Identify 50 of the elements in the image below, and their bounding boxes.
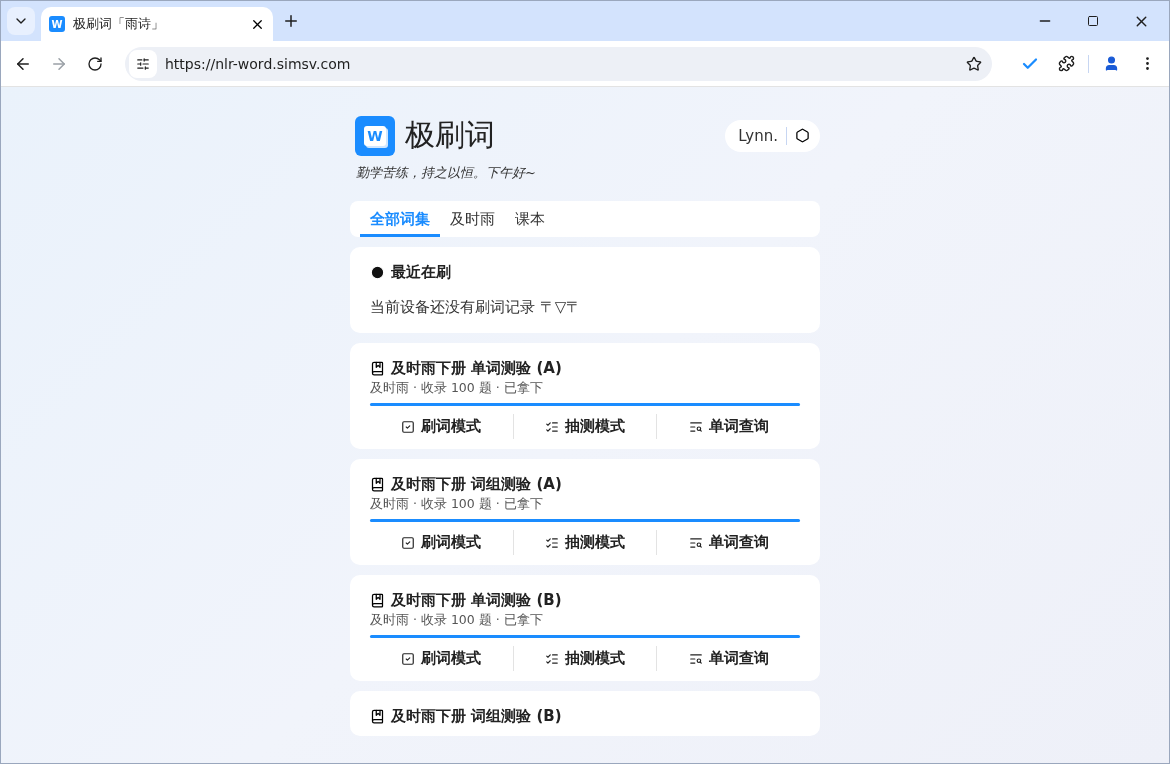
star-icon[interactable] xyxy=(966,55,982,72)
tab[interactable]: 及时雨 xyxy=(440,201,505,237)
app-logo: W xyxy=(355,115,395,156)
card-meta: 及时雨 · 收录 100 题 · 已拿下 xyxy=(370,496,544,513)
tagline: 勤学苦练，持之以恒。下午好~ xyxy=(356,164,537,182)
checkbox-icon xyxy=(401,535,416,550)
mode-button[interactable]: 抽测模式 xyxy=(512,414,657,439)
checklist-icon xyxy=(545,419,559,434)
card-title: 及时雨下册 单词测验 (B) xyxy=(391,591,562,610)
tab[interactable]: 课本 xyxy=(505,201,555,237)
mode-button[interactable]: 刷词模式 xyxy=(370,414,513,439)
checklist-icon xyxy=(545,535,559,550)
book-icon xyxy=(370,477,385,492)
mode-button[interactable]: 刷词模式 xyxy=(370,530,513,555)
card-title: 及时雨下册 词组测验 (A) xyxy=(391,475,562,494)
app-title: 极刷词 xyxy=(405,116,495,154)
maximize-icon[interactable] xyxy=(1087,15,1099,27)
search-icon xyxy=(688,651,703,666)
user-pill[interactable]: Lynn. xyxy=(725,119,820,152)
card-meta: 及时雨 · 收录 100 题 · 已拿下 xyxy=(370,612,544,629)
settings-icon[interactable] xyxy=(795,128,810,143)
mode-button[interactable]: 单词查询 xyxy=(656,414,800,439)
checklist-icon xyxy=(545,651,559,666)
sliders-icon xyxy=(136,56,150,71)
card-title: 最近在刷 xyxy=(391,263,451,282)
mode-button[interactable]: 刷词模式 xyxy=(370,646,513,671)
reload-icon[interactable] xyxy=(87,55,103,72)
card-title: 及时雨下册 词组测验 (B) xyxy=(391,707,562,726)
search-icon xyxy=(688,535,703,550)
puzzle-icon[interactable] xyxy=(1057,55,1075,72)
tab-title: 极刷词「雨诗」 xyxy=(73,15,165,33)
card-meta: 及时雨 · 收录 100 题 · 已拿下 xyxy=(370,380,544,397)
mode-button[interactable]: 单词查询 xyxy=(656,646,800,671)
tab-list-button[interactable] xyxy=(7,7,35,35)
empty-message: 当前设备还没有刷词记录 〒▽〒 xyxy=(370,298,583,317)
new-tab-icon[interactable] xyxy=(282,12,300,30)
checkbox-icon xyxy=(401,651,416,666)
book-icon xyxy=(370,593,385,608)
mode-button[interactable]: 抽测模式 xyxy=(512,646,657,671)
browser-tab[interactable]: W 极刷词「雨诗」 xyxy=(41,7,273,41)
mode-button[interactable]: 单词查询 xyxy=(656,530,800,555)
user-name: Lynn. xyxy=(738,126,778,145)
search-icon xyxy=(688,419,703,434)
book-icon xyxy=(370,361,385,376)
card-title: 及时雨下册 单词测验 (A) xyxy=(391,359,562,378)
favicon: W xyxy=(49,16,65,32)
mode-button[interactable]: 抽测模式 xyxy=(512,530,657,555)
site-settings-button[interactable] xyxy=(129,49,157,78)
checkbox-icon xyxy=(401,419,416,434)
book-icon xyxy=(370,709,385,724)
